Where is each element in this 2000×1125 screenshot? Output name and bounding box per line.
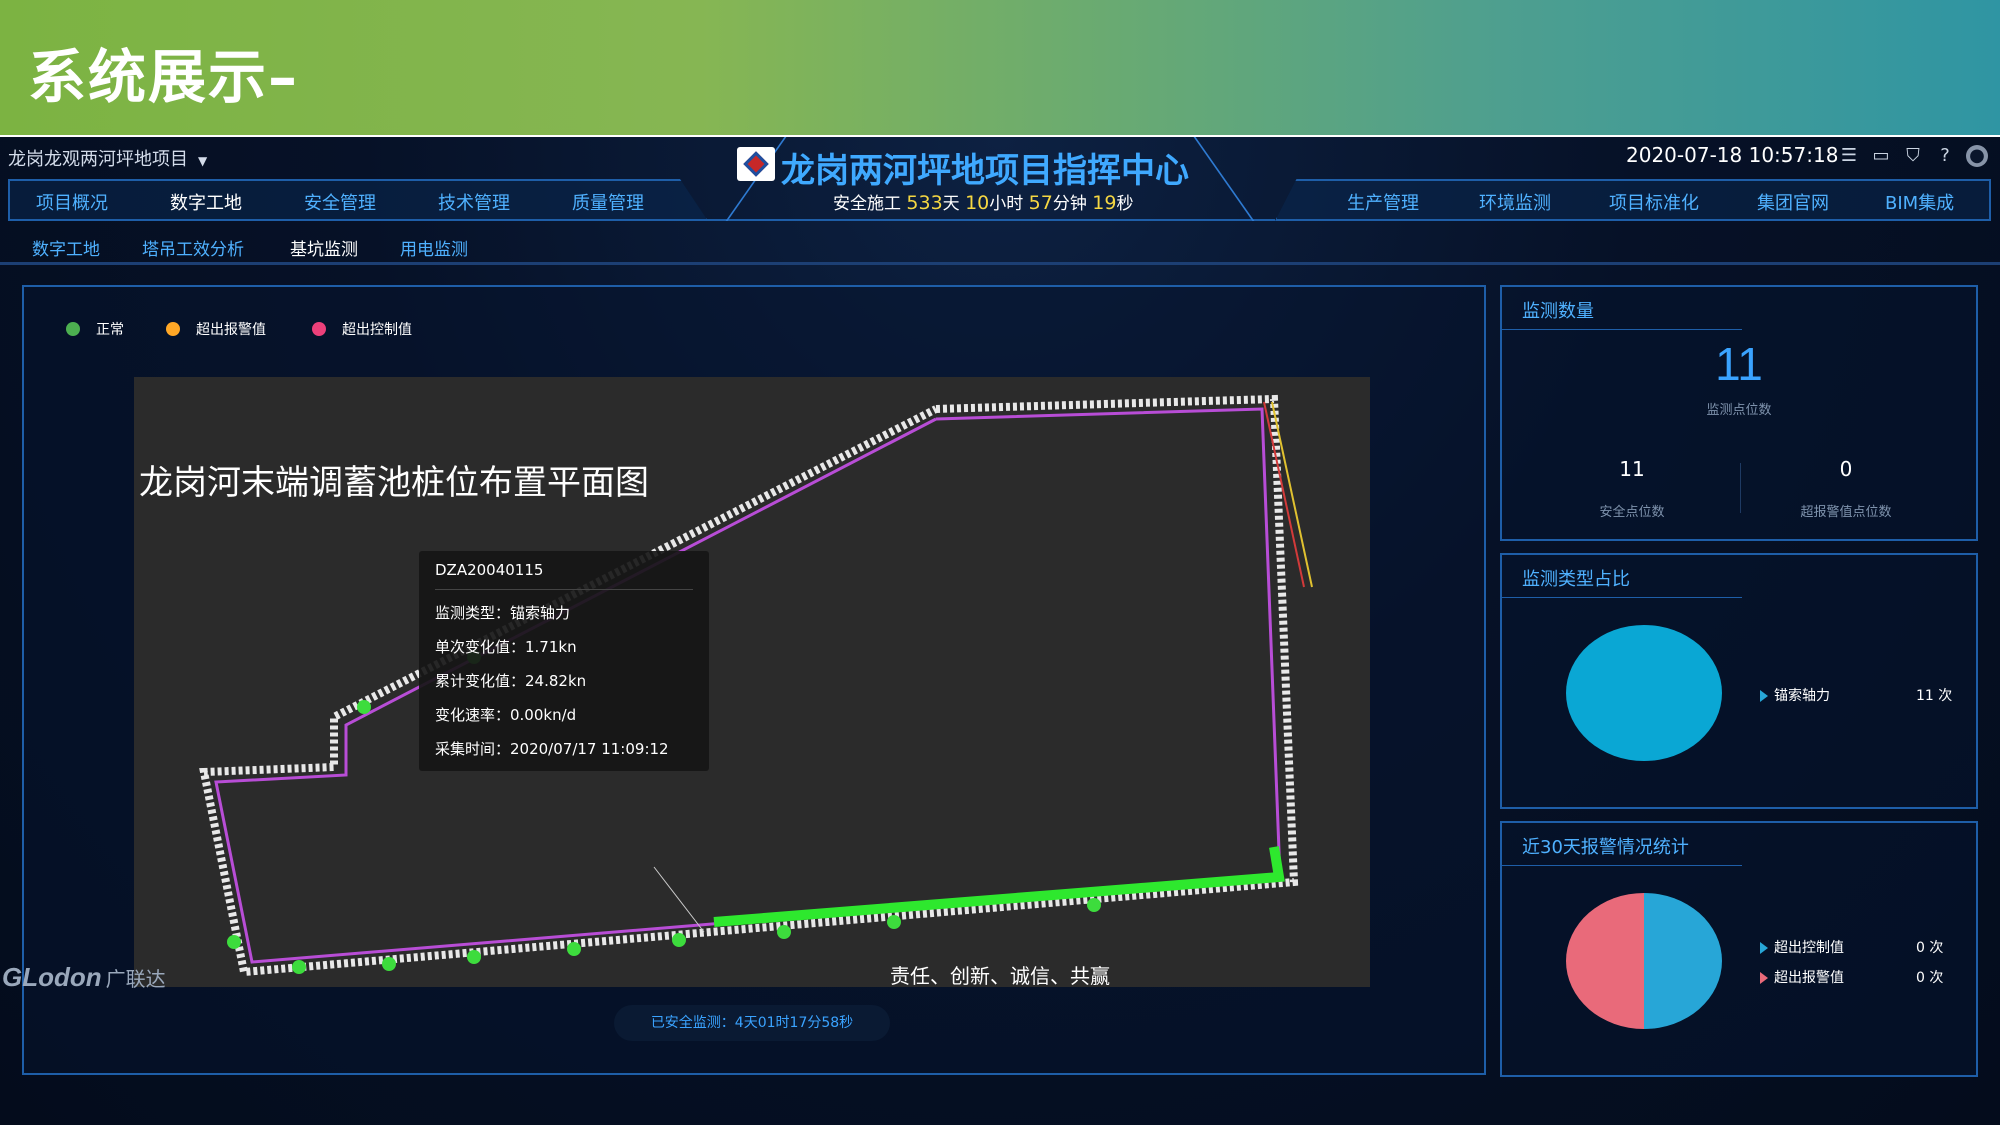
monitor-point[interactable] [777, 925, 791, 939]
type-pie-chart [1566, 625, 1722, 761]
nav-item-overview[interactable]: 项目概况 [36, 189, 108, 215]
monitoring-map-panel: 正常 超出报警值 超出控制值 龙岗河末端调蓄池桩位布置平面图 DZA200401… [22, 285, 1486, 1075]
sub-navigation: 数字工地 塔吊工效分析 基坑监测 用电监测 [0, 231, 2000, 265]
nav-item-production[interactable]: 生产管理 [1347, 189, 1419, 215]
project-selector[interactable]: 龙岗龙观两河坪地项目 ▼ [8, 145, 207, 171]
nav-item-safety[interactable]: 安全管理 [304, 189, 376, 215]
tooltip-id: DZA20040115 [435, 561, 693, 590]
alarm-points: 0 [1839, 457, 1853, 481]
safe-points: 11 [1619, 457, 1645, 481]
safe-construction-counter: 安全施工 533天 10小时 57分钟 19秒 [833, 192, 1134, 214]
plan-title: 龙岗河末端调蓄池桩位布置平面图 [139, 463, 649, 503]
safe-monitor-duration: 已安全监测：4天01时17分58秒 [614, 1005, 890, 1041]
tooltip-rate: 变化速率：0.00kn/d [435, 706, 577, 724]
nav-item-bim[interactable]: BIM集成 [1885, 189, 1954, 215]
user-avatar-icon[interactable]: ● [1966, 145, 1988, 167]
legend-dot [312, 322, 326, 336]
nav-right: 生产管理 环境监测 项目标准化 集团官网 BIM集成 [1275, 179, 1991, 221]
type-legend-item: 锚索轴力 [1760, 685, 1830, 705]
monitor-point[interactable] [672, 933, 686, 947]
alarm-points-label: 超报警值点位数 [1800, 505, 1892, 520]
menu-list-icon[interactable]: ☰ [1838, 145, 1860, 167]
tab-crane-analysis[interactable]: 塔吊工效分析 [142, 235, 244, 260]
pie-slice-anchor-force[interactable] [1566, 625, 1722, 761]
total-points: 11 [1715, 338, 1763, 390]
alarm-legend-item: 超出控制值 [1760, 937, 1844, 957]
motto: 责任、创新、诚信、共赢 [890, 964, 1110, 988]
nav-item-environment[interactable]: 环境监测 [1479, 189, 1551, 215]
legend-dot [66, 322, 80, 336]
slide-banner: 系统展示– [0, 0, 2000, 135]
datetime: 2020-07-18 10:57:18 [1626, 143, 1839, 167]
alarm-legend-value: 0 次 [1916, 940, 1944, 956]
count-panel-title: 监测数量 [1522, 301, 1594, 322]
alarm-panel-title: 近30天报警情况统计 [1522, 837, 1689, 858]
legend-alarm: 超出报警值 [166, 319, 266, 339]
tab-digital-site[interactable]: 数字工地 [32, 235, 100, 260]
nav-item-digital-site[interactable]: 数字工地 [170, 189, 242, 215]
tab-power-monitoring[interactable]: 用电监测 [400, 235, 468, 260]
safe-points-label: 安全点位数 [1599, 505, 1665, 520]
nav-item-group-site[interactable]: 集团官网 [1757, 189, 1829, 215]
monitor-point[interactable] [357, 700, 371, 714]
total-points-label: 监测点位数 [1706, 403, 1772, 418]
legend-control: 超出控制值 [312, 319, 412, 339]
nav-item-technical[interactable]: 技术管理 [438, 189, 510, 215]
tooltip-time: 采集时间：2020/07/17 11:09:12 [435, 740, 669, 758]
monitor-icon[interactable]: ▭ [1870, 145, 1892, 167]
tooltip-pointer [653, 866, 705, 933]
slide-title: 系统展示– [28, 43, 300, 111]
count-panel: 监测数量 11 监测点位数 11 安全点位数 0 超报警值点位数 [1500, 285, 1978, 541]
type-panel-title: 监测类型占比 [1522, 569, 1630, 590]
legend-dot [166, 322, 180, 336]
chevron-down-icon: ▼ [198, 154, 208, 168]
type-legend-value: 11 次 [1916, 688, 1953, 704]
type-ratio-panel: 监测类型占比 锚索轴力 11 次 [1500, 553, 1978, 809]
company-logo [737, 147, 775, 181]
nav-item-quality[interactable]: 质量管理 [572, 189, 644, 215]
tooltip-total: 累计变化值：24.82kn [435, 672, 587, 690]
monitor-point[interactable] [1087, 898, 1101, 912]
nav-item-standardization[interactable]: 项目标准化 [1609, 189, 1699, 215]
page-title: 龙岗两河坪地项目指挥中心 [781, 151, 1189, 191]
project-name: 龙岗龙观两河坪地项目 [8, 149, 188, 170]
monitor-point[interactable] [567, 942, 581, 956]
tab-pit-monitoring[interactable]: 基坑监测 [290, 235, 358, 260]
legend-normal: 正常 [66, 319, 124, 339]
nav-left: 项目概况 数字工地 安全管理 技术管理 质量管理 [8, 179, 708, 221]
title-frame: 龙岗两河坪地项目指挥中心 安全施工 533天 10小时 57分钟 19秒 [705, 137, 1275, 221]
help-icon[interactable]: ? [1934, 145, 1956, 167]
tooltip-type: 监测类型：锚索轴力 [435, 604, 571, 622]
tooltip-single: 单次变化值：1.71kn [435, 638, 577, 656]
shirt-icon[interactable]: ⛉ [1902, 145, 1924, 167]
alarm-stats-panel: 近30天报警情况统计 超出控制值 0 次 超出报警值 0 次 [1500, 821, 1978, 1077]
monitor-point[interactable] [887, 915, 901, 929]
point-tooltip: DZA20040115 监测类型：锚索轴力 单次变化值：1.71kn 累计变化值… [419, 551, 709, 771]
monitor-point[interactable] [227, 935, 241, 949]
site-plan-drawing[interactable]: 龙岗河末端调蓄池桩位布置平面图 [134, 377, 1370, 987]
